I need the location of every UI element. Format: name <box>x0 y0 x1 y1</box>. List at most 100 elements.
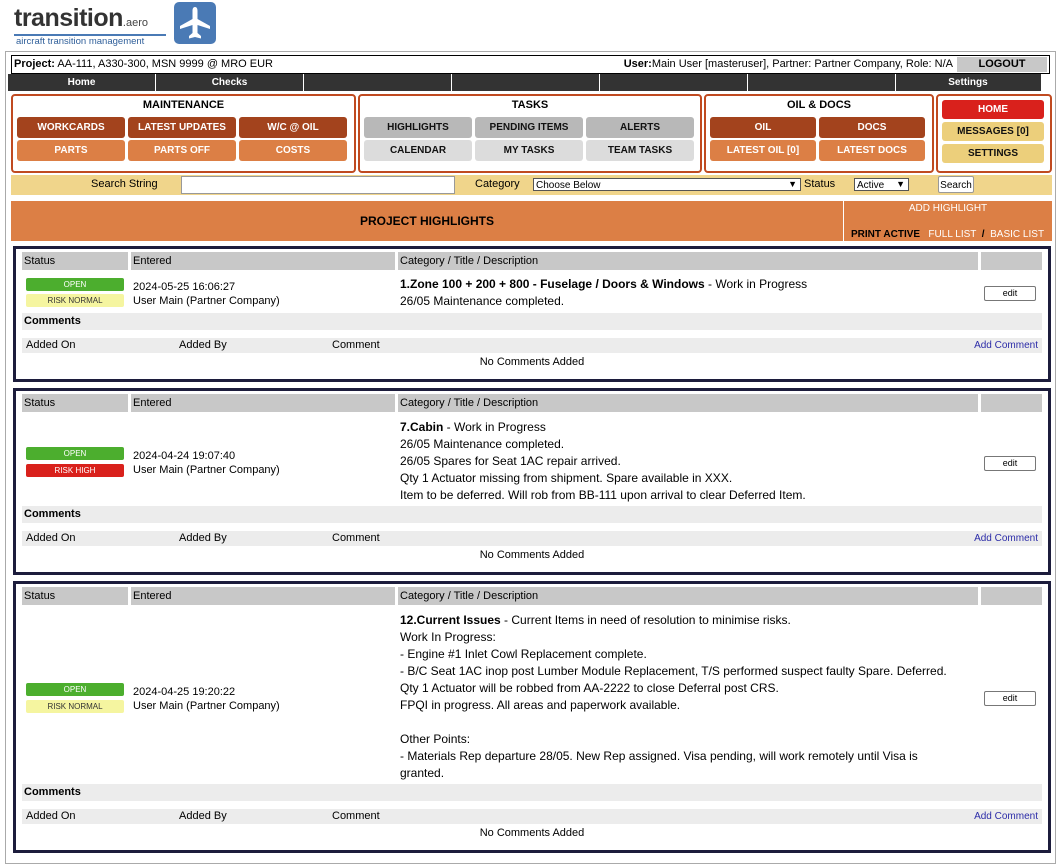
logo-wordmark: transition.aero <box>14 4 148 32</box>
nav-empty-4 <box>748 74 896 91</box>
project-info: Project: AA-111, A330-300, MSN 9999 @ MR… <box>14 58 273 70</box>
highlight-actions: ADD HIGHLIGHT PRINT ACTIVE FULL LIST / B… <box>844 201 1052 241</box>
comments-header: Comments <box>22 784 1042 801</box>
docs-button[interactable]: DOCS <box>819 117 925 138</box>
chevron-down-icon: ▼ <box>788 179 797 189</box>
messages-button[interactable]: MESSAGES [0] <box>942 122 1044 141</box>
logo-tagline: aircraft transition management <box>16 36 145 47</box>
no-comments-text: No Comments Added <box>479 356 585 368</box>
nav-empty-2 <box>452 74 600 91</box>
risk-badge: RISK HIGH <box>26 464 124 477</box>
add-comment-link[interactable]: Add Comment <box>974 809 1038 824</box>
highlight-description: 7.Cabin - Work in Progress 26/05 Mainten… <box>400 420 806 502</box>
print-active-link[interactable]: PRINT ACTIVE <box>851 229 920 240</box>
search-input[interactable] <box>181 176 455 194</box>
main-nav: Home Checks Settings <box>8 74 1041 91</box>
category-label: Category <box>475 178 520 190</box>
calendar-button[interactable]: CALENDAR <box>364 140 472 161</box>
comments-columns: Added On Added By Comment Add Comment <box>22 531 1042 546</box>
col-entered-header: Entered <box>131 252 395 270</box>
status-badge: OPEN <box>26 683 124 696</box>
latest-oil-button[interactable]: LATEST OIL [0] <box>710 140 816 161</box>
parts-button[interactable]: PARTS <box>17 140 125 161</box>
oil-docs-panel: OIL & DOCS OIL DOCS LATEST OIL [0] LATES… <box>704 94 934 173</box>
col-action-header <box>981 252 1042 270</box>
no-comments-text: No Comments Added <box>479 549 585 561</box>
col-entered-header: Entered <box>131 394 395 412</box>
latest-updates-button[interactable]: LATEST UPDATES <box>128 117 236 138</box>
nav-empty-3 <box>600 74 748 91</box>
edit-button[interactable]: edit <box>984 456 1036 471</box>
highlight-card: Status Entered Category / Title / Descri… <box>13 581 1051 853</box>
no-comments-text: No Comments Added <box>479 827 585 839</box>
airplane-icon <box>174 2 216 44</box>
comments-columns: Added On Added By Comment Add Comment <box>22 338 1042 353</box>
risk-badge: RISK NORMAL <box>26 700 124 713</box>
highlight-card: Status Entered Category / Title / Descri… <box>13 388 1051 575</box>
col-status-header: Status <box>22 394 128 412</box>
nav-empty-1 <box>304 74 452 91</box>
nav-settings[interactable]: Settings <box>896 74 1040 91</box>
main-frame: Project: AA-111, A330-300, MSN 9999 @ MR… <box>5 51 1056 864</box>
logout-button[interactable]: LOGOUT <box>957 56 1047 72</box>
search-button[interactable]: Search <box>938 176 974 193</box>
col-status-header: Status <box>22 252 128 270</box>
maintenance-panel: MAINTENANCE WORKCARDS LATEST UPDATES W/C… <box>11 94 356 173</box>
entered-info: 2024-04-24 19:07:40 User Main (Partner Co… <box>133 450 280 476</box>
basic-list-link[interactable]: BASIC LIST <box>990 229 1044 240</box>
add-comment-link[interactable]: Add Comment <box>974 531 1038 546</box>
risk-badge: RISK NORMAL <box>26 294 124 307</box>
col-action-header <box>981 587 1042 605</box>
latest-docs-button[interactable]: LATEST DOCS <box>819 140 925 161</box>
highlights-button[interactable]: HIGHLIGHTS <box>364 117 472 138</box>
category-select[interactable]: Choose Below ▼ <box>533 178 801 191</box>
tasks-title: TASKS <box>511 99 549 111</box>
col-category-header: Category / Title / Description <box>398 587 978 605</box>
col-entered-header: Entered <box>131 587 395 605</box>
highlight-description: 1.Zone 100 + 200 + 800 - Fuselage / Door… <box>400 277 808 308</box>
edit-button[interactable]: edit <box>984 286 1036 301</box>
search-bar: Search String Category Choose Below ▼ Sta… <box>11 175 1052 195</box>
workcards-button[interactable]: WORKCARDS <box>17 117 125 138</box>
team-tasks-button[interactable]: TEAM TASKS <box>586 140 694 161</box>
settings-button[interactable]: SETTINGS <box>942 144 1044 163</box>
app-logo: transition.aero aircraft transition mana… <box>14 2 224 47</box>
entered-info: 2024-04-25 19:20:22 User Main (Partner Co… <box>133 686 280 712</box>
add-comment-link[interactable]: Add Comment <box>974 338 1038 353</box>
parts-off-button[interactable]: PARTS OFF <box>128 140 236 161</box>
wc-at-oil-button[interactable]: W/C @ OIL <box>239 117 347 138</box>
pending-items-button[interactable]: PENDING ITEMS <box>475 117 583 138</box>
quick-panel: HOME MESSAGES [0] SETTINGS <box>936 94 1052 173</box>
comments-header: Comments <box>22 506 1042 523</box>
comments-header: Comments <box>22 313 1042 330</box>
search-label: Search String <box>91 178 158 190</box>
project-bar: Project: AA-111, A330-300, MSN 9999 @ MR… <box>11 55 1050 74</box>
alerts-button[interactable]: ALERTS <box>586 117 694 138</box>
tasks-panel: TASKS HIGHLIGHTS PENDING ITEMS ALERTS CA… <box>358 94 702 173</box>
chevron-down-icon: ▼ <box>896 179 905 189</box>
my-tasks-button[interactable]: MY TASKS <box>475 140 583 161</box>
highlight-card: Status Entered Category / Title / Descri… <box>13 246 1051 382</box>
col-action-header <box>981 394 1042 412</box>
user-info: User:Main User [masteruser], Partner: Pa… <box>623 58 953 70</box>
status-select[interactable]: Active ▼ <box>854 178 909 191</box>
col-category-header: Category / Title / Description <box>398 252 978 270</box>
oil-docs-title: OIL & DOCS <box>787 99 851 111</box>
page-title: PROJECT HIGHLIGHTS <box>11 201 843 241</box>
col-status-header: Status <box>22 587 128 605</box>
nav-home[interactable]: Home <box>8 74 156 91</box>
entered-info: 2024-05-25 16:06:27 User Main (Partner Co… <box>133 281 280 307</box>
nav-checks[interactable]: Checks <box>156 74 304 91</box>
maintenance-title: MAINTENANCE <box>142 99 225 111</box>
add-highlight-link[interactable]: ADD HIGHLIGHT <box>844 203 1052 214</box>
comments-columns: Added On Added By Comment Add Comment <box>22 809 1042 824</box>
highlight-description: 12.Current Issues - Current Items in nee… <box>400 613 947 780</box>
oil-button[interactable]: OIL <box>710 117 816 138</box>
status-badge: OPEN <box>26 278 124 291</box>
costs-button[interactable]: COSTS <box>239 140 347 161</box>
home-button[interactable]: HOME <box>942 100 1044 119</box>
full-list-link[interactable]: FULL LIST <box>928 229 976 240</box>
status-label: Status <box>804 178 836 190</box>
col-category-header: Category / Title / Description <box>398 394 978 412</box>
edit-button[interactable]: edit <box>984 691 1036 706</box>
